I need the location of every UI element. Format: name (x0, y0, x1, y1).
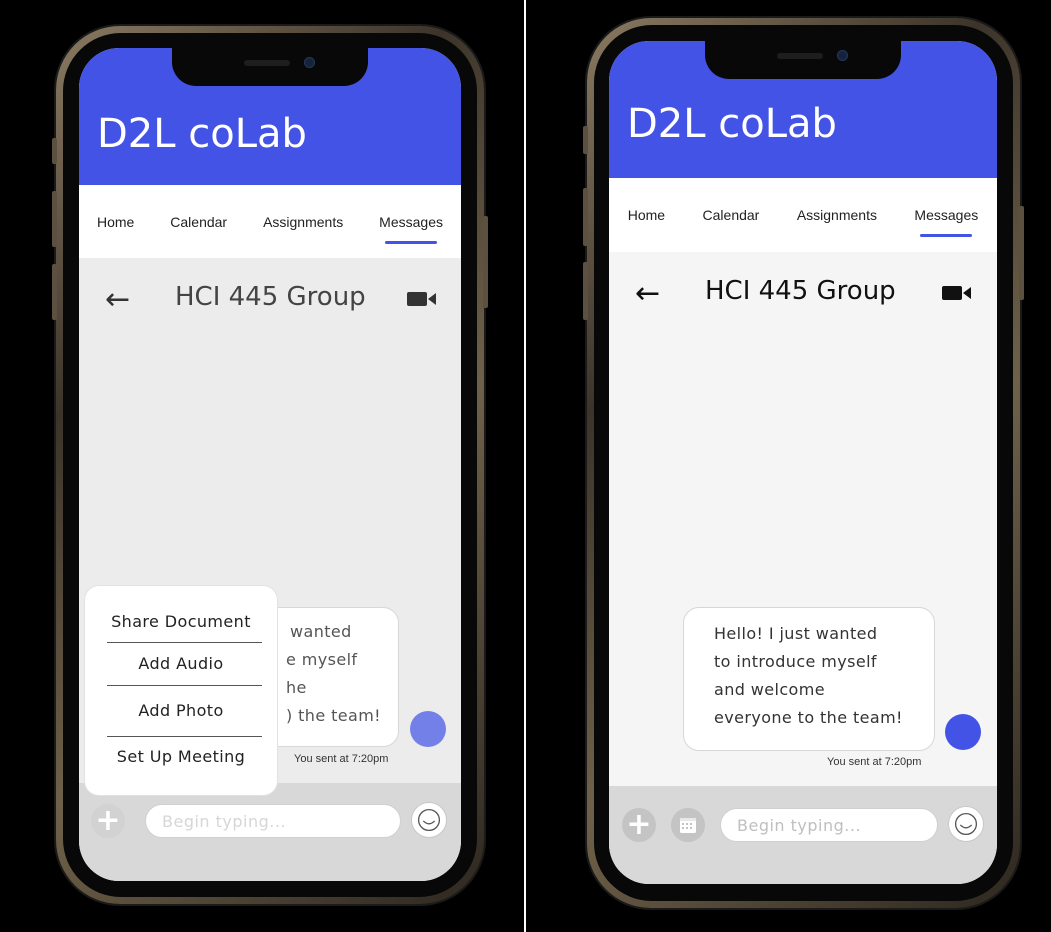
message-line: he (286, 678, 307, 697)
left-arrow-icon[interactable]: ← (105, 282, 130, 317)
plus-icon[interactable]: + (91, 804, 125, 838)
smiley-face-icon[interactable] (948, 806, 984, 842)
app-screen: D2L coLab Home Calendar Assignments Mess… (609, 41, 997, 884)
smiley-face-icon[interactable] (411, 802, 447, 838)
message-bubble: Hello! I just wanted to introduce myself… (683, 607, 935, 751)
avatar (945, 714, 981, 750)
app-header: D2L coLab (79, 48, 461, 185)
message-composer: + Begin typing... (79, 783, 461, 881)
app-screen: D2L coLab Home Calendar Assignments Mess… (79, 48, 461, 881)
video-camera-icon[interactable] (942, 284, 972, 302)
message-line: wanted (290, 622, 352, 641)
message-line: e myself (286, 650, 358, 669)
tab-home[interactable]: Home (97, 214, 134, 230)
tab-messages[interactable]: Messages (379, 214, 443, 230)
calendar-icon[interactable] (671, 808, 705, 842)
app-header: D2L coLab (609, 41, 997, 178)
message-input[interactable]: Begin typing... (145, 804, 401, 838)
menu-divider (107, 736, 262, 737)
tab-assignments[interactable]: Assignments (263, 214, 343, 230)
right-screenshot-panel: D2L coLab Home Calendar Assignments Mess… (526, 0, 1051, 932)
plus-icon[interactable]: + (622, 808, 656, 842)
conversation-header: ← HCI 445 Group (609, 267, 997, 319)
tab-home[interactable]: Home (628, 207, 665, 223)
left-arrow-icon[interactable]: ← (635, 276, 660, 311)
sent-timestamp: You sent at 7:20pm (827, 756, 922, 768)
app-title: D2L coLab (627, 101, 837, 147)
message-input[interactable]: Begin typing... (720, 808, 938, 842)
menu-divider (107, 685, 262, 686)
message-composer: + Begin typing... (609, 786, 997, 884)
sent-timestamp: You sent at 7:20pm (294, 753, 389, 765)
share-document-option[interactable]: Share Document (85, 612, 277, 631)
video-camera-icon[interactable] (407, 290, 437, 308)
tab-calendar[interactable]: Calendar (703, 207, 760, 223)
attachment-menu: Share Document Add Audio Add Photo Set U… (85, 586, 277, 795)
conversation-header: ← HCI 445 Group (79, 273, 461, 325)
message-line: and welcome (714, 680, 825, 699)
phone-notch (172, 48, 368, 86)
add-photo-option[interactable]: Add Photo (85, 701, 277, 720)
message-line: to introduce myself (714, 652, 877, 671)
message-line: ) the team! (286, 706, 381, 725)
message-line: everyone to the team! (714, 708, 903, 727)
app-title: D2L coLab (97, 111, 307, 157)
nav-tabs: Home Calendar Assignments Messages (609, 178, 997, 252)
menu-divider (107, 642, 262, 643)
conversation-title: HCI 445 Group (175, 282, 366, 312)
message-line: Hello! I just wanted (714, 624, 878, 643)
tab-calendar[interactable]: Calendar (170, 214, 227, 230)
set-up-meeting-option[interactable]: Set Up Meeting (85, 747, 277, 766)
add-audio-option[interactable]: Add Audio (85, 654, 277, 673)
tab-messages[interactable]: Messages (914, 207, 978, 223)
nav-tabs: Home Calendar Assignments Messages (79, 185, 461, 258)
conversation-title: HCI 445 Group (705, 276, 896, 306)
left-screenshot-panel: D2L coLab Home Calendar Assignments Mess… (0, 0, 525, 932)
tab-assignments[interactable]: Assignments (797, 207, 877, 223)
phone-notch (705, 41, 901, 79)
avatar (410, 711, 446, 747)
